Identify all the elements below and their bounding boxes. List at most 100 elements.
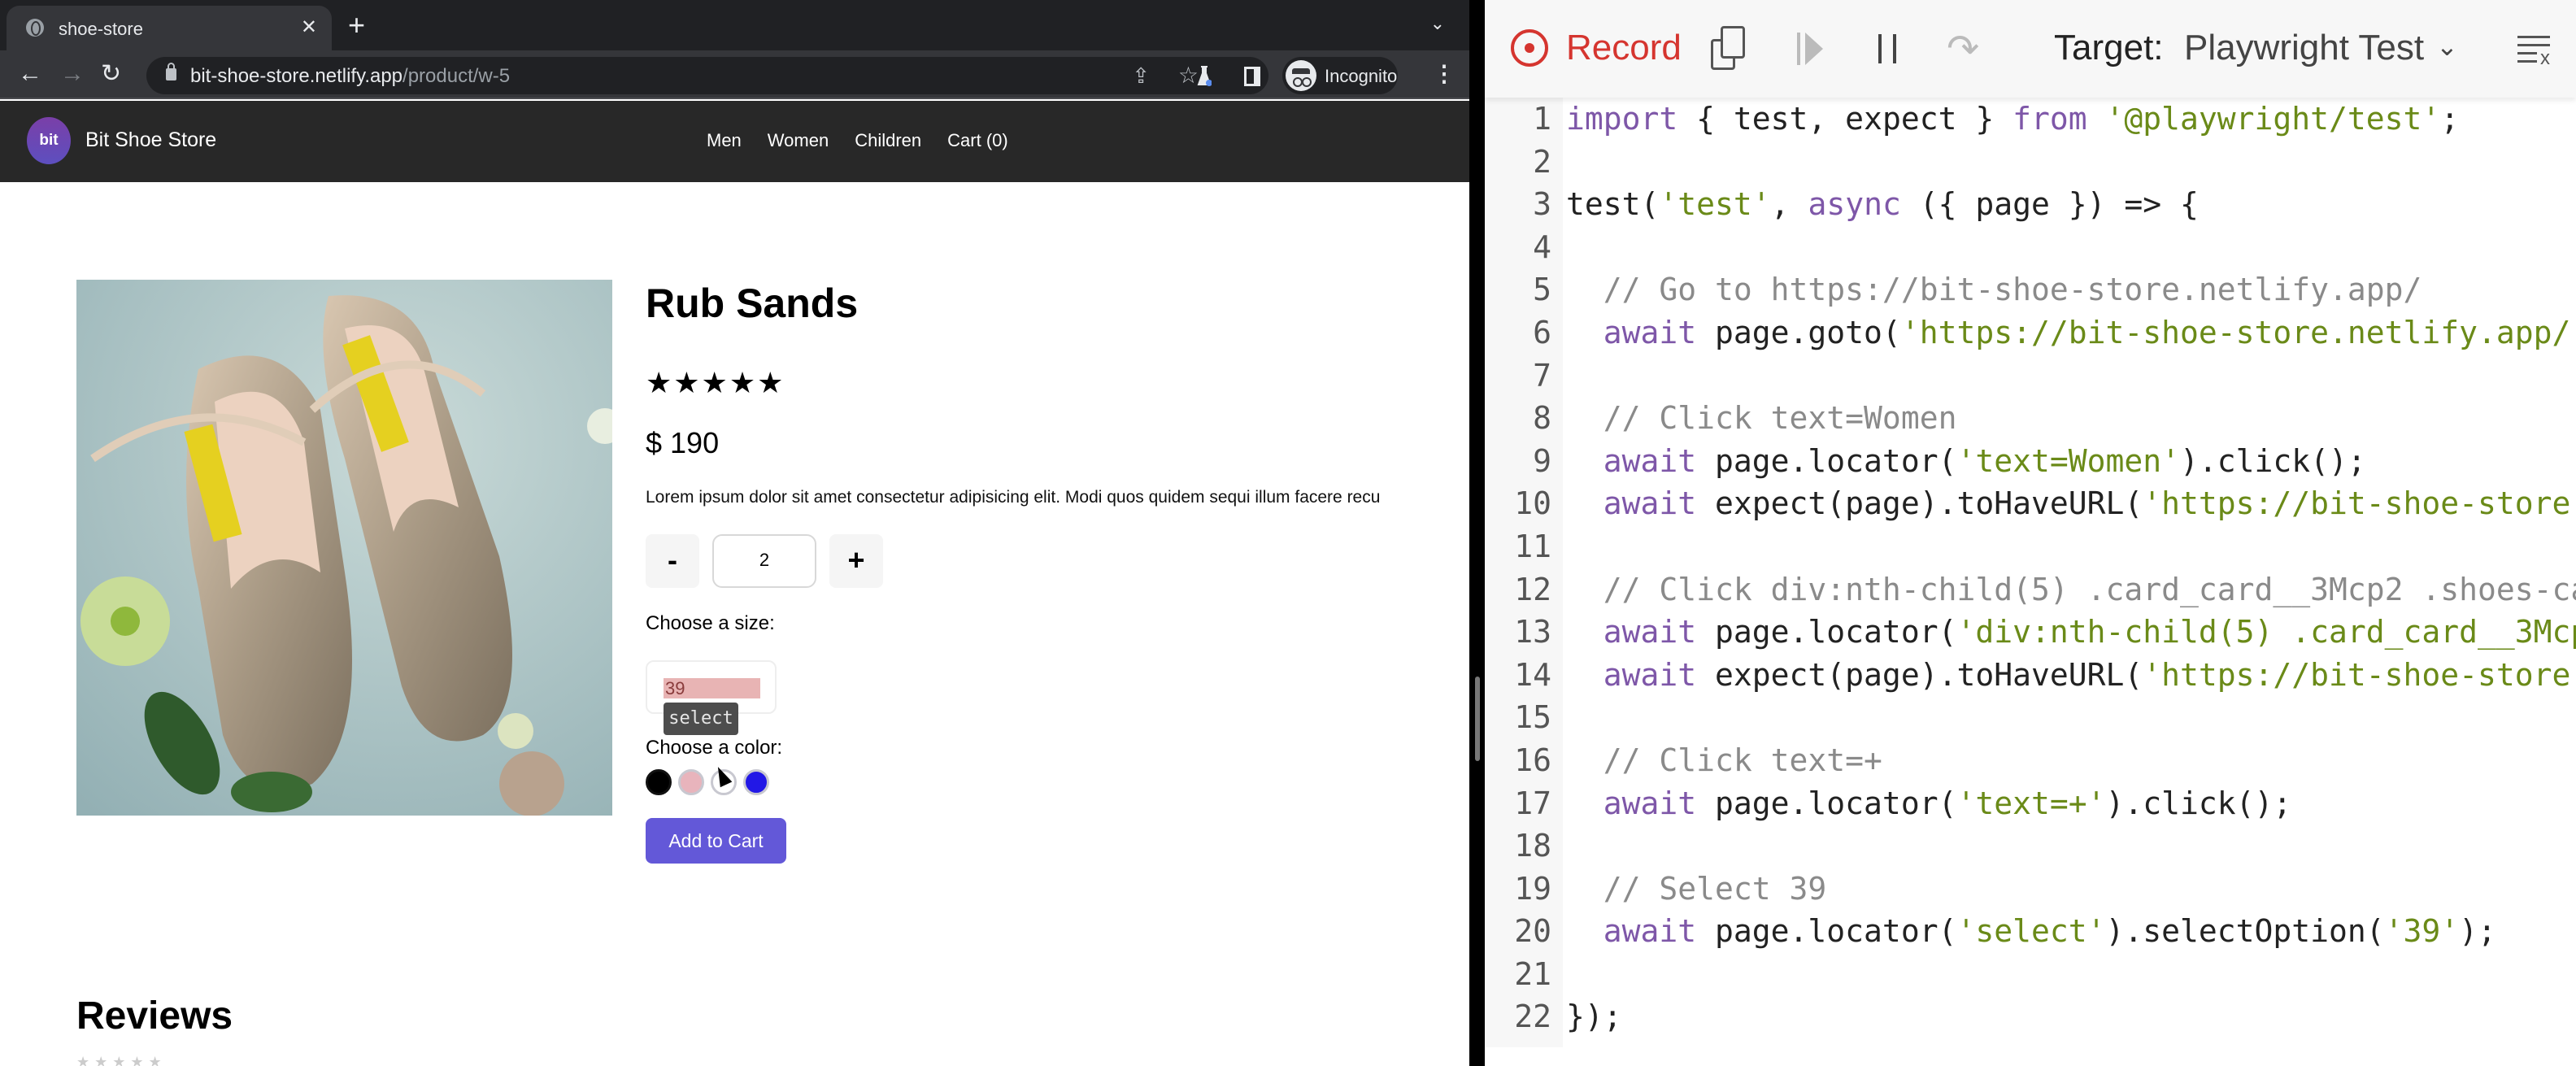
line-number: 5	[1533, 272, 1551, 308]
product-page: Rub Sands ★★★★★ $ 190 Lorem ipsum dolor …	[0, 182, 1469, 1066]
product-price: $ 190	[646, 426, 720, 459]
bookmark-star-icon[interactable]: ☆	[1178, 62, 1199, 89]
incognito-indicator[interactable]: Incognito	[1282, 57, 1398, 94]
screen: shoe-store ✕ + ⌄ ← → ↻ bit-shoe-store.ne…	[0, 0, 2576, 1066]
code-line: 19 // Select 39	[1485, 868, 2576, 911]
code-line: 2	[1485, 141, 2576, 184]
line-content: // Go to https://bit-shoe-store.netlify.…	[1603, 272, 2422, 308]
tab-title: shoe-store	[59, 19, 143, 39]
color-swatches	[646, 769, 769, 795]
code-line: 1 import { test, expect } from '@playwrig…	[1485, 98, 2576, 141]
pause-icon[interactable]	[1878, 34, 1896, 63]
review-rating: ★★★★★	[76, 1054, 167, 1066]
line-content: await expect(page).toHaveURL('https://bi…	[1603, 485, 2576, 522]
color-swatch-pink[interactable]	[678, 769, 704, 795]
line-content: await page.goto('https://bit-shoe-store.…	[1603, 314, 2576, 350]
code-line: 15	[1485, 696, 2576, 739]
code-line: 8 // Click text=Women	[1485, 397, 2576, 440]
record-icon[interactable]	[1511, 29, 1548, 67]
line-number: 19	[1514, 870, 1551, 907]
nav-cart[interactable]: Cart (0)	[947, 130, 1008, 151]
copy-icon[interactable]	[1711, 26, 1747, 70]
address-bar[interactable]: bit-shoe-store.netlify.app/product/w-5 ⇪…	[146, 57, 1268, 94]
step-over-icon[interactable]: ↷	[1947, 26, 1979, 72]
globe-icon	[26, 19, 44, 37]
incognito-icon	[1286, 60, 1316, 91]
size-selected-value: 39	[664, 678, 760, 698]
qty-decrement-button[interactable]: -	[646, 534, 699, 588]
line-content: // Select 39	[1603, 870, 1827, 907]
line-number: 2	[1533, 143, 1551, 180]
qty-increment-button[interactable]: +	[829, 534, 883, 588]
brand-name[interactable]: Bit Shoe Store	[85, 128, 216, 152]
line-number: 3	[1533, 186, 1551, 223]
target-label: Target:	[2054, 28, 2164, 67]
line-number: 10	[1514, 485, 1551, 522]
target-select[interactable]: Playwright Test	[2184, 28, 2424, 68]
locator-tooltip: select	[664, 703, 738, 735]
line-number: 9	[1533, 442, 1551, 479]
line-number: 16	[1514, 742, 1551, 778]
code-line: 18	[1485, 825, 2576, 868]
line-content: await page.locator('text=Women').click()…	[1603, 442, 2366, 479]
resume-icon[interactable]	[1797, 33, 1833, 65]
lock-icon	[166, 63, 176, 80]
reviews-heading: Reviews	[76, 994, 233, 1038]
code-line: 3 test('test', async ({ page }) => {	[1485, 183, 2576, 226]
nav-children[interactable]: Children	[855, 130, 921, 151]
product-image	[76, 280, 612, 816]
code-line: 16 // Click text=+	[1485, 739, 2576, 782]
tab-strip: shoe-store ✕ + ⌄	[0, 0, 1469, 50]
line-number: 22	[1514, 999, 1551, 1035]
browser-menu-icon[interactable]: ⋮	[1433, 60, 1456, 87]
line-content: // Click text=Women	[1603, 400, 1957, 437]
site-nav: Men Women Children Cart (0)	[707, 130, 1008, 151]
add-to-cart-button[interactable]: Add to Cart	[646, 818, 786, 864]
browser-tab[interactable]: shoe-store ✕	[7, 6, 332, 50]
code-lines: 1 import { test, expect } from '@playwrig…	[1485, 98, 2576, 1038]
code-line: 17 await page.locator('text=+').click();	[1485, 782, 2576, 825]
chevron-down-icon[interactable]: ⌄	[2436, 31, 2458, 62]
new-tab-button[interactable]: +	[348, 8, 365, 42]
nav-men[interactable]: Men	[707, 130, 742, 151]
inspector-toolbar: Record ↷ Target: Playwright Test ⌄ x	[1485, 0, 2576, 98]
color-label: Choose a color:	[646, 737, 783, 759]
code-line: 4	[1485, 226, 2576, 269]
line-number: 17	[1514, 785, 1551, 821]
code-line: 12 // Click div:nth-child(5) .card_card_…	[1485, 568, 2576, 611]
color-swatch-black[interactable]	[646, 769, 672, 795]
line-number: 14	[1514, 656, 1551, 693]
browser-toolbar: ← → ↻ bit-shoe-store.netlify.app/product…	[0, 50, 1469, 99]
line-content: await page.locator('div:nth-child(5) .ca…	[1603, 614, 2576, 650]
line-number: 1	[1533, 101, 1551, 137]
split-divider[interactable]	[1469, 0, 1485, 1066]
forward-button[interactable]: →	[60, 60, 85, 88]
code-line: 5 // Go to https://bit-shoe-store.netlif…	[1485, 268, 2576, 311]
line-content: test('test', async ({ page }) => {	[1566, 186, 2199, 223]
back-button[interactable]: ←	[18, 60, 42, 88]
line-number: 21	[1514, 955, 1551, 992]
clear-icon[interactable]: x	[2517, 33, 2553, 69]
code-line: 14 await expect(page).toHaveURL('https:/…	[1485, 654, 2576, 697]
browser-window: shoe-store ✕ + ⌄ ← → ↻ bit-shoe-store.ne…	[0, 0, 1469, 1066]
nav-women[interactable]: Women	[768, 130, 829, 151]
close-tab-icon[interactable]: ✕	[301, 15, 317, 39]
code-editor[interactable]: 1 import { test, expect } from '@playwrig…	[1485, 98, 2576, 1066]
code-line: 10 await expect(page).toHaveURL('https:/…	[1485, 482, 2576, 525]
color-swatch-blue[interactable]	[743, 769, 769, 795]
tab-search-chevron-icon[interactable]: ⌄	[1430, 13, 1445, 34]
url-host: bit-shoe-store.netlify.app	[190, 65, 403, 87]
line-content: await page.locator('select').selectOptio…	[1603, 913, 2496, 950]
line-content: // Click text=+	[1603, 742, 1882, 778]
share-icon[interactable]: ⇪	[1132, 63, 1150, 89]
side-panel-icon[interactable]	[1244, 67, 1260, 86]
line-number: 8	[1533, 400, 1551, 437]
line-number: 12	[1514, 571, 1551, 607]
resize-handle[interactable]	[1475, 677, 1480, 761]
labs-flask-icon[interactable]	[1197, 65, 1212, 86]
site-logo[interactable]: bit	[27, 117, 71, 164]
record-button[interactable]: Record	[1566, 28, 1682, 68]
reload-button[interactable]: ↻	[101, 60, 121, 88]
qty-input[interactable]: 2	[712, 534, 816, 588]
line-number: 7	[1533, 357, 1551, 394]
